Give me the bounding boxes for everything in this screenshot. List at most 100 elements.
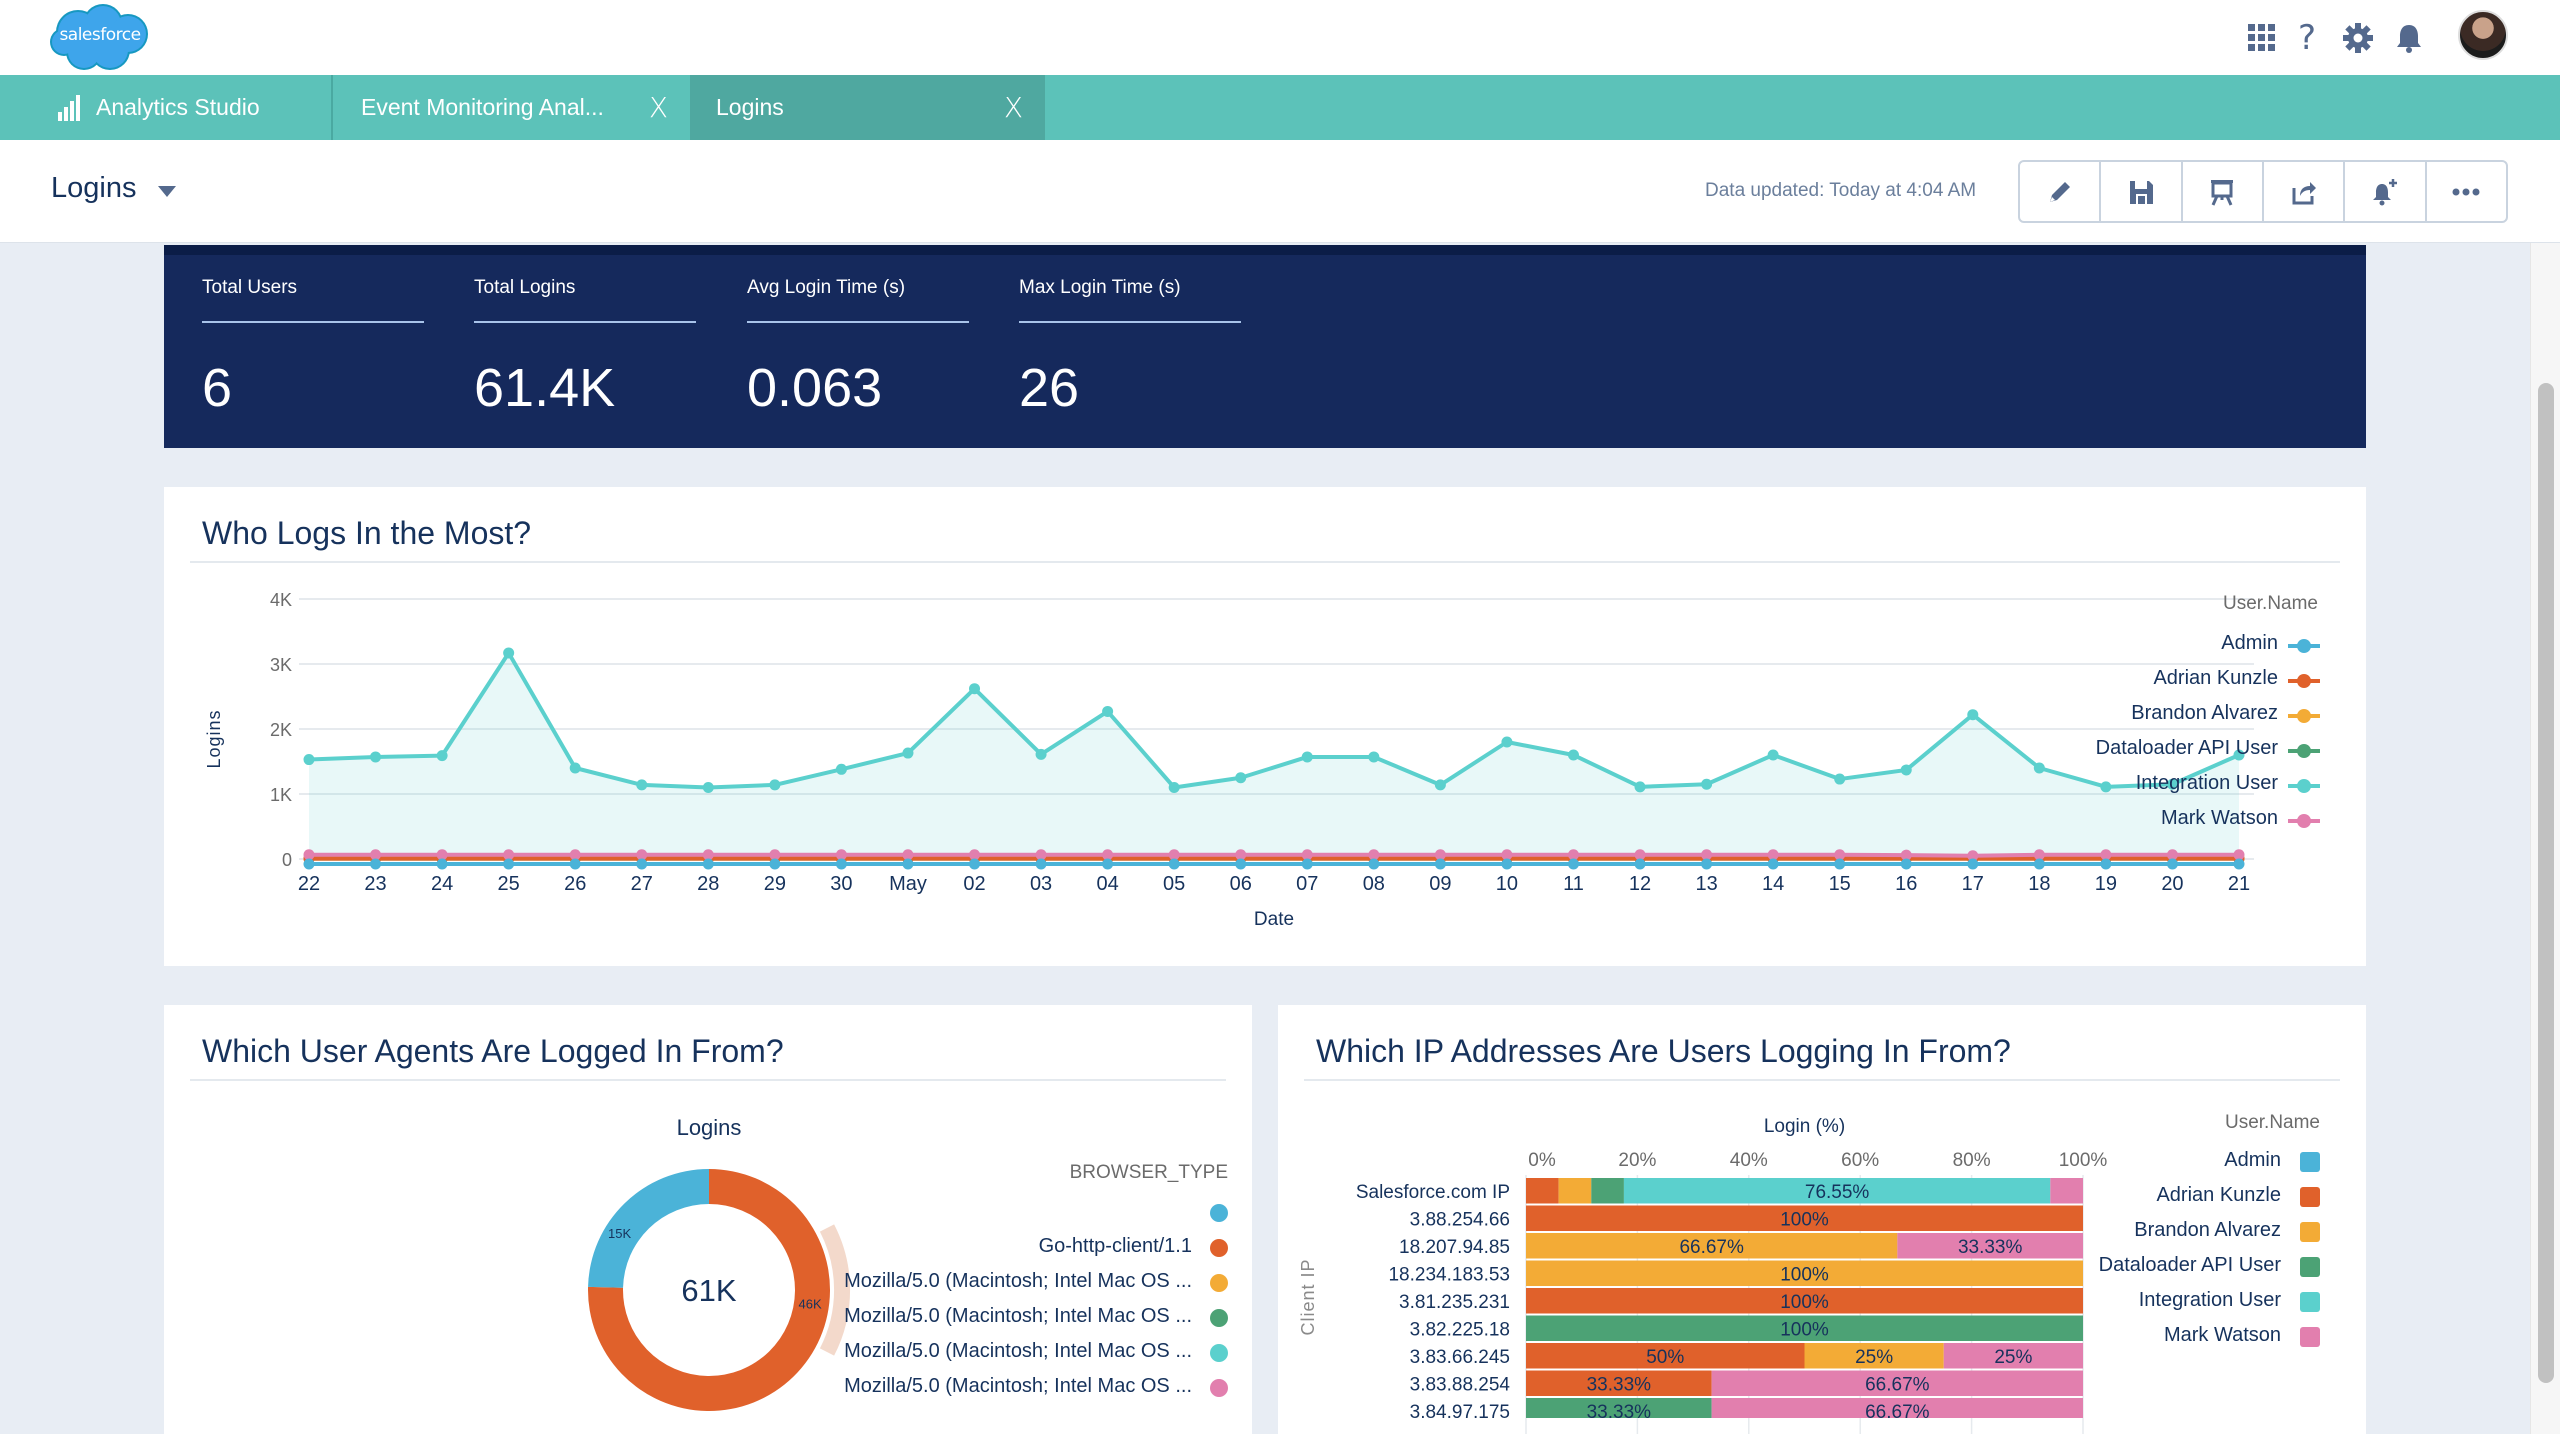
legend-item[interactable]: Mozilla/5.0 (Macintosh; Intel Mac OS ... [844,1305,1192,1328]
data-point-integration-user[interactable] [902,747,914,759]
data-point-admin[interactable] [1102,858,1114,870]
data-point-integration-user[interactable] [1501,736,1513,748]
legend-item[interactable]: Go-http-client/1.1 [1039,1235,1192,1258]
data-point-integration-user[interactable] [1102,705,1114,717]
data-point-integration-user[interactable] [2100,781,2112,793]
bar-segment[interactable] [1526,1178,1559,1204]
data-point-integration-user[interactable] [436,750,448,762]
data-point-integration-user[interactable] [1168,782,1180,793]
kpi-total-users[interactable]: Total Users 6 [202,277,424,419]
data-point-admin[interactable] [769,858,781,870]
data-point-integration-user[interactable] [569,762,581,774]
data-point-integration-user[interactable] [1368,751,1380,763]
data-point-admin[interactable] [702,858,714,870]
help-icon[interactable]: ? [2287,18,2327,58]
data-point-admin[interactable] [1900,858,1912,870]
legend-item[interactable]: Admin [2221,632,2278,655]
settings-icon[interactable] [2338,18,2378,58]
legend-item[interactable]: Brandon Alvarez [2131,702,2278,725]
legend-item[interactable]: Dataloader API User [2096,737,2278,760]
data-point-admin[interactable] [1834,858,1846,870]
salesforce-logo[interactable]: salesforce [48,2,152,72]
legend-item[interactable]: Adrian Kunzle [2153,667,2278,690]
data-point-admin[interactable] [1235,858,1247,870]
page-scrollbar[interactable] [2530,243,2560,1434]
save-button[interactable] [2101,162,2183,221]
data-point-integration-user[interactable] [1301,751,1313,763]
bar-segment[interactable] [1558,1178,1592,1204]
data-point-admin[interactable] [1168,858,1180,870]
data-point-integration-user[interactable] [1900,764,1912,776]
data-point-integration-user[interactable] [835,763,847,775]
data-point-integration-user[interactable] [303,754,315,766]
donut-slice[interactable] [588,1169,709,1288]
data-point-integration-user[interactable] [769,779,781,791]
data-point-admin[interactable] [969,858,981,870]
legend-item[interactable]: Mozilla/5.0 (Macintosh; Intel Mac OS ... [844,1340,1192,1363]
close-icon[interactable]: X [1004,91,1023,124]
share-button[interactable] [2264,162,2346,221]
donut-chart[interactable]: Logins 46K 15K 61K [164,1005,1252,1434]
kpi-avg-login-time[interactable]: Avg Login Time (s) 0.063 [747,277,969,419]
data-point-admin[interactable] [1701,858,1713,870]
data-point-integration-user[interactable] [1634,781,1646,793]
legend-item[interactable]: Dataloader API User [2099,1254,2281,1277]
notifications-icon[interactable] [2389,18,2429,58]
data-point-admin[interactable] [2100,858,2112,870]
kpi-max-login-time[interactable]: Max Login Time (s) 26 [1019,277,1241,419]
present-button[interactable] [2183,162,2264,221]
dashboard-title[interactable]: Logins [51,172,136,205]
kpi-total-logins[interactable]: Total Logins 61.4K [474,277,696,419]
data-point-admin[interactable] [1634,858,1646,870]
data-point-admin[interactable] [1967,858,1979,870]
data-point-integration-user[interactable] [370,751,382,763]
data-point-admin[interactable] [1035,858,1047,870]
data-point-admin[interactable] [1301,858,1313,870]
legend-item[interactable]: Brandon Alvarez [2134,1219,2281,1242]
data-point-integration-user[interactable] [1834,773,1846,785]
data-point-admin[interactable] [835,858,847,870]
line-chart[interactable]: 0 1K 2K 3K 4K Logins Date 22 23 24 25 26 27 28 29 30 May… [164,487,2366,966]
data-point-admin[interactable] [569,858,581,870]
chevron-down-icon[interactable] [158,186,176,197]
data-point-integration-user[interactable] [1434,779,1446,791]
tab-event-monitoring[interactable]: Event Monitoring Anal... X [335,75,690,140]
data-point-admin[interactable] [2166,858,2178,870]
user-avatar[interactable] [2458,10,2508,60]
data-point-admin[interactable] [1767,858,1779,870]
legend-item[interactable]: Mark Watson [2164,1324,2281,1347]
legend-item[interactable]: Admin [2224,1149,2281,1172]
legend-item[interactable]: Integration User [2136,772,2278,795]
legend-item[interactable]: Mozilla/5.0 (Macintosh; Intel Mac OS ... [844,1270,1192,1293]
more-actions-button[interactable] [2427,162,2506,221]
legend-item[interactable]: Integration User [2139,1289,2281,1312]
data-point-admin[interactable] [503,858,515,870]
data-point-integration-user[interactable] [1767,749,1779,761]
bar-segment[interactable] [2050,1178,2083,1204]
data-point-admin[interactable] [303,858,315,870]
data-point-admin[interactable] [370,858,382,870]
data-point-integration-user[interactable] [1035,748,1047,760]
data-point-admin[interactable] [436,858,448,870]
legend-item[interactable]: Mozilla/5.0 (Macintosh; Intel Mac OS ... [844,1375,1192,1398]
data-point-admin[interactable] [1434,858,1446,870]
data-point-integration-user[interactable] [1701,778,1713,790]
tab-analytics-studio[interactable]: Analytics Studio [0,75,333,140]
legend-item[interactable]: Mark Watson [2161,807,2278,830]
data-point-admin[interactable] [1567,858,1579,870]
data-point-admin[interactable] [636,858,648,870]
edit-button[interactable] [2020,162,2102,221]
bar-segment[interactable] [1591,1178,1624,1204]
app-launcher-icon[interactable] [2242,18,2282,58]
subscribe-button[interactable] [2345,162,2427,221]
legend-item[interactable]: Adrian Kunzle [2156,1184,2281,1207]
data-point-admin[interactable] [902,858,914,870]
data-point-admin[interactable] [2033,858,2045,870]
data-point-admin[interactable] [1501,858,1513,870]
data-point-integration-user[interactable] [1967,709,1979,721]
close-icon[interactable]: X [649,91,668,124]
data-point-integration-user[interactable] [503,647,515,659]
data-point-integration-user[interactable] [1567,749,1579,761]
data-point-admin[interactable] [1368,858,1380,870]
data-point-integration-user[interactable] [1235,772,1247,784]
